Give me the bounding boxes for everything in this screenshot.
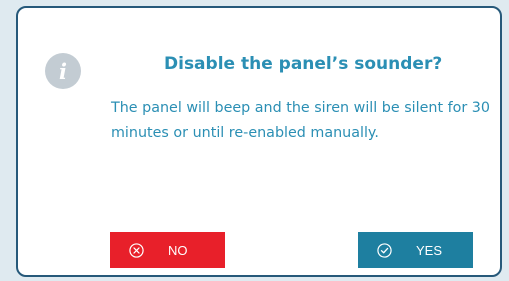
info-icon-glyph: i bbox=[59, 58, 67, 84]
yes-button[interactable]: YES bbox=[358, 232, 473, 268]
dialog-message: The panel will beep and the siren will b… bbox=[111, 100, 490, 141]
circle-x-icon bbox=[129, 242, 144, 258]
no-button-label: NO bbox=[168, 242, 188, 258]
confirm-dialog: i Disable the panel’s sounder? The panel… bbox=[16, 6, 502, 277]
no-button[interactable]: NO bbox=[110, 232, 225, 268]
yes-button-label: YES bbox=[416, 242, 443, 258]
circle-check-icon bbox=[377, 242, 392, 258]
dialog-title: Disable the panel’s sounder? bbox=[164, 54, 443, 74]
info-icon: i bbox=[45, 53, 81, 89]
